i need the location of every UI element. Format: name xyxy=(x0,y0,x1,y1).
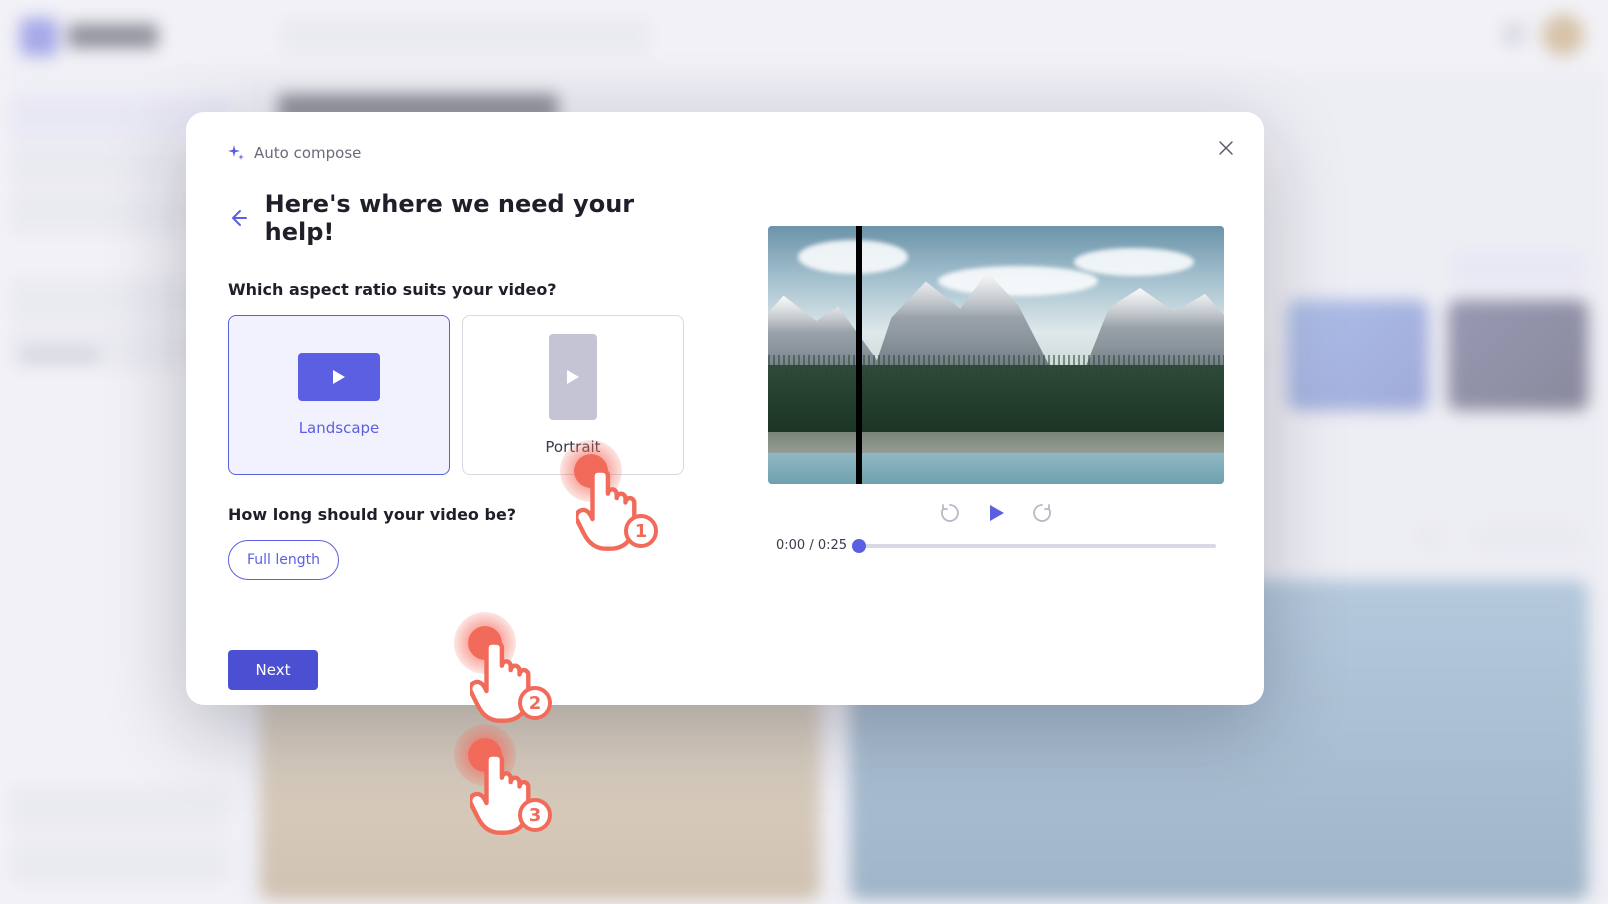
portrait-thumb-icon xyxy=(549,334,597,420)
arrow-left-icon xyxy=(228,208,248,228)
skip-back-button[interactable] xyxy=(939,502,961,524)
preview-scan-line xyxy=(856,226,862,484)
skip-forward-button[interactable] xyxy=(1031,502,1053,524)
next-button[interactable]: Next xyxy=(228,650,318,690)
skip-back-icon xyxy=(940,503,960,523)
auto-compose-modal: Auto compose Here's where we need your h… xyxy=(186,112,1264,705)
modal-right-pane: 0:00 / 0:25 xyxy=(726,112,1264,705)
time-display: 0:00 / 0:25 xyxy=(776,538,847,553)
breadcrumb-label: Auto compose xyxy=(254,144,361,162)
seek-track[interactable] xyxy=(859,544,1216,548)
title-row: Here's where we need your help! xyxy=(228,190,684,246)
seek-thumb[interactable] xyxy=(852,539,866,553)
aspect-ratio-landscape[interactable]: Landscape xyxy=(228,315,450,475)
modal-title: Here's where we need your help! xyxy=(265,190,684,246)
length-full-chip[interactable]: Full length xyxy=(228,540,339,580)
play-icon xyxy=(986,503,1006,523)
portrait-label: Portrait xyxy=(545,438,600,456)
aspect-ratio-portrait[interactable]: Portrait xyxy=(462,315,684,475)
landscape-label: Landscape xyxy=(299,419,380,437)
skip-forward-icon xyxy=(1032,503,1052,523)
video-preview[interactable] xyxy=(768,226,1224,484)
back-button[interactable] xyxy=(228,207,249,229)
aspect-ratio-options: Landscape Portrait xyxy=(228,315,684,475)
aspect-ratio-question: Which aspect ratio suits your video? xyxy=(228,280,684,299)
modal-left-pane: Auto compose Here's where we need your h… xyxy=(186,112,726,705)
landscape-thumb-icon xyxy=(298,353,380,401)
sparkle-icon xyxy=(228,145,244,161)
preview-timebar: 0:00 / 0:25 xyxy=(776,538,1216,553)
breadcrumb: Auto compose xyxy=(228,144,684,162)
length-question: How long should your video be? xyxy=(228,505,684,524)
play-button[interactable] xyxy=(985,502,1007,524)
preview-controls xyxy=(939,502,1053,524)
